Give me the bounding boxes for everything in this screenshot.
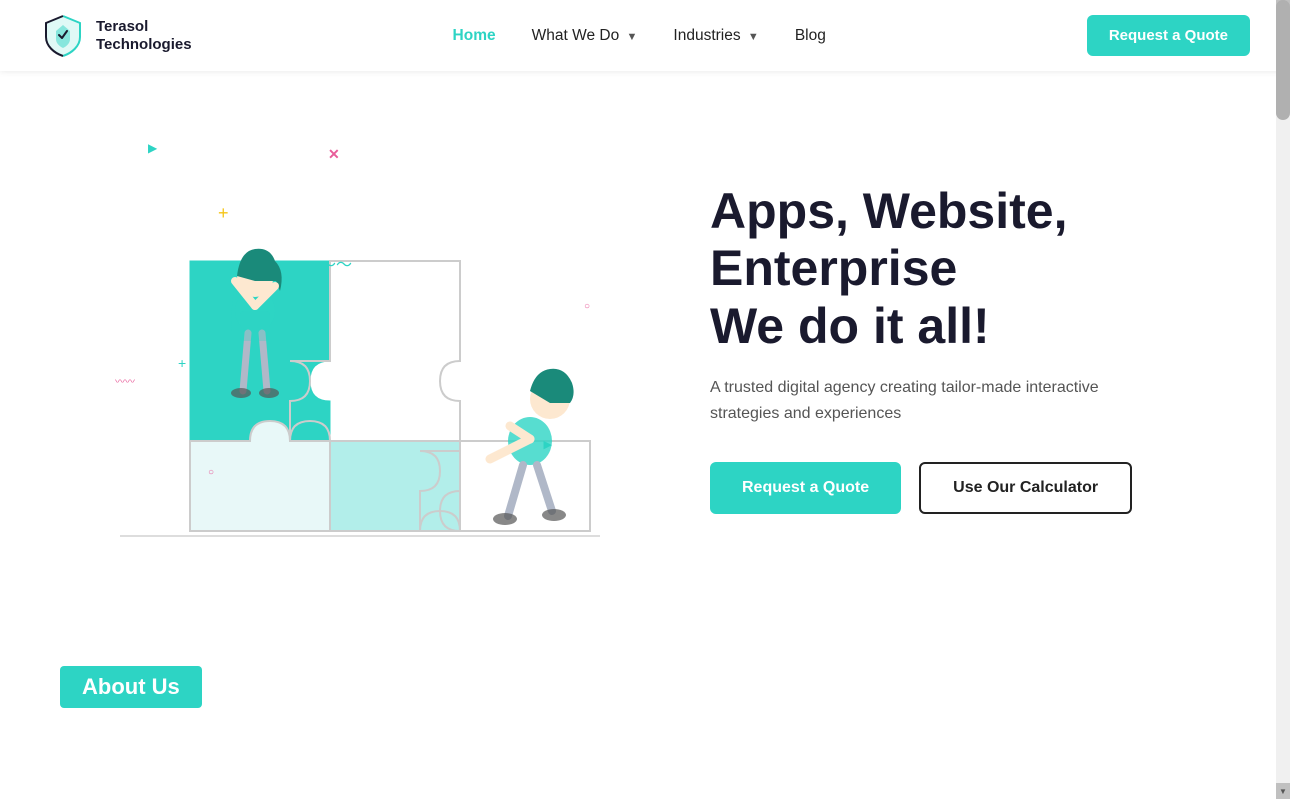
hero-title: Apps, Website, Enterprise We do it all! <box>710 183 1210 356</box>
scrollbar-thumb[interactable] <box>1276 0 1290 120</box>
logo-icon <box>40 13 86 59</box>
nav-links: Home What We Do ▼ Industries ▼ Blog <box>453 27 826 45</box>
nav-what-we-do-link[interactable]: What We Do ▼ <box>532 27 638 44</box>
hero-section: ▶ ✕ + 〜〜 ○ 〰〰 + ○ ▶ <box>0 71 1290 626</box>
deco-squiggle: 〜〜 <box>320 251 352 275</box>
nav-industries[interactable]: Industries ▼ <box>673 27 758 45</box>
hero-title-line3: We do it all! <box>710 298 990 354</box>
chevron-down-icon: ▼ <box>627 31 638 43</box>
brand-name-line2: Technologies <box>96 36 192 54</box>
deco-x: ✕ <box>328 146 340 163</box>
hero-illustration: ▶ ✕ + 〜〜 ○ 〰〰 + ○ ▶ <box>60 131 600 566</box>
nav-what-we-do[interactable]: What We Do ▼ <box>532 27 638 45</box>
navbar: Terasol Technologies Home What We Do ▼ I… <box>0 0 1290 71</box>
nav-home[interactable]: Home <box>453 27 496 45</box>
nav-blog[interactable]: Blog <box>795 27 826 45</box>
deco-circle-right: ○ <box>584 301 590 312</box>
scroll-down-arrow[interactable]: ▼ <box>1276 783 1290 799</box>
deco-triangle: ▶ <box>148 141 157 155</box>
nav-home-link[interactable]: Home <box>453 27 496 44</box>
hero-calculator-button[interactable]: Use Our Calculator <box>919 462 1132 514</box>
deco-plus-lower: + <box>178 355 186 371</box>
deco-squiggle-bottom: 〰〰 <box>115 373 135 388</box>
hero-content: Apps, Website, Enterprise We do it all! … <box>650 183 1210 515</box>
nav-request-quote-button[interactable]: Request a Quote <box>1087 15 1250 56</box>
nav-industries-link[interactable]: Industries ▼ <box>673 27 758 44</box>
puzzle-svg <box>60 131 600 561</box>
about-us-badge: About Us <box>60 666 202 708</box>
deco-circle-bottom: ○ <box>208 467 214 478</box>
chevron-down-icon2: ▼ <box>748 31 759 43</box>
hero-request-quote-button[interactable]: Request a Quote <box>710 462 901 514</box>
hero-buttons: Request a Quote Use Our Calculator <box>710 462 1210 514</box>
deco-plus: + <box>218 203 229 224</box>
nav-what-we-do-label: What We Do <box>532 27 620 44</box>
hero-subtitle: A trusted digital agency creating tailor… <box>710 375 1170 426</box>
hero-title-line2: Enterprise <box>710 240 957 296</box>
brand-name-line1: Terasol <box>96 18 192 36</box>
scrollbar[interactable]: ▲ ▼ <box>1276 0 1290 799</box>
about-section: About Us <box>0 626 1290 728</box>
hero-title-line1: Apps, Website, <box>710 183 1067 239</box>
logo-text: Terasol Technologies <box>96 18 192 54</box>
nav-blog-link[interactable]: Blog <box>795 27 826 44</box>
nav-industries-label: Industries <box>673 27 740 44</box>
deco-triangle-bottom: ▶ <box>544 438 552 451</box>
logo[interactable]: Terasol Technologies <box>40 13 192 59</box>
